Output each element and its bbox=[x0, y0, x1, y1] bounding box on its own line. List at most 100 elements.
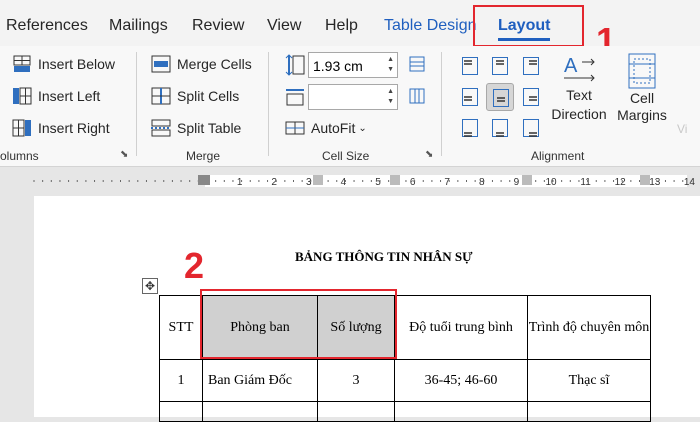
text-direction-label-1: Text bbox=[566, 87, 592, 103]
dialog-launcher-icon[interactable]: ⬊ bbox=[425, 149, 433, 160]
merge-group-label: Merge bbox=[186, 149, 221, 163]
insert-left-icon bbox=[13, 87, 32, 105]
ruler-number: 9 bbox=[514, 177, 520, 188]
autofit-icon bbox=[285, 121, 305, 135]
ruler-number: 3 bbox=[306, 177, 312, 188]
ruler-number: 14 bbox=[684, 177, 696, 188]
text-direction-button[interactable]: A Text Direction bbox=[549, 52, 609, 124]
cell-size-group-label: Cell Size bbox=[322, 149, 370, 163]
split-table-label: Split Table bbox=[177, 120, 242, 136]
tab-mailings[interactable]: Mailings bbox=[109, 17, 168, 35]
column-marker-icon bbox=[640, 175, 650, 185]
column-marker-icon bbox=[522, 175, 532, 185]
tab-references[interactable]: References bbox=[6, 17, 88, 35]
tab-table-design[interactable]: Table Design bbox=[384, 17, 477, 35]
spinner-arrows-icon[interactable]: ▲ ▼ bbox=[387, 55, 394, 75]
table-cell[interactable] bbox=[317, 401, 395, 422]
split-cells-button[interactable]: Split Cells bbox=[151, 87, 239, 105]
ruler-number: 10 bbox=[545, 177, 557, 188]
align-button-5[interactable] bbox=[486, 83, 514, 111]
table-move-handle-icon[interactable]: ✥ bbox=[142, 278, 158, 294]
cell-margins-button[interactable]: Cell Margins bbox=[613, 52, 671, 124]
table-cell[interactable] bbox=[394, 401, 528, 422]
table-cell[interactable] bbox=[527, 401, 651, 422]
dialog-launcher-icon[interactable]: ⬊ bbox=[120, 149, 128, 160]
split-table-icon bbox=[151, 119, 171, 137]
ruler-scale: 1 2 3 4 5 6 7 8 9 10 11 12 13 14 bbox=[0, 175, 700, 188]
insert-left-button[interactable]: Insert Left bbox=[12, 87, 100, 105]
insert-left-label: Insert Left bbox=[38, 88, 101, 104]
text-direction-icon: A bbox=[564, 55, 595, 82]
table-row-partial bbox=[159, 401, 651, 422]
ruler-number: 6 bbox=[410, 177, 416, 188]
header-cell-stt[interactable]: STT bbox=[159, 295, 203, 360]
align-icon bbox=[523, 57, 539, 75]
distribute-rows-icon[interactable] bbox=[408, 55, 426, 73]
align-button-6[interactable] bbox=[517, 83, 545, 111]
ruler-number: 13 bbox=[649, 177, 661, 188]
column-width-icon bbox=[286, 89, 304, 106]
cell-margins-label-1: Cell bbox=[629, 90, 655, 106]
row-height-value: 1.93 cm bbox=[313, 58, 363, 74]
align-button-7[interactable] bbox=[456, 114, 484, 142]
ruler-number: 12 bbox=[615, 177, 627, 188]
text-direction-label-2: Direction bbox=[551, 106, 607, 122]
rows-columns-group-label: olumns bbox=[0, 149, 39, 163]
merge-cells-icon bbox=[151, 55, 171, 73]
align-button-9[interactable] bbox=[517, 114, 545, 142]
group-separator bbox=[268, 52, 269, 156]
annotation-box-layout bbox=[473, 5, 584, 47]
clipped-ribbon-label: Vi bbox=[677, 122, 688, 136]
table-row: 1 Ban Giám Đốc 3 36-45; 46-60 Thạc sĩ bbox=[159, 359, 651, 402]
tab-view[interactable]: View bbox=[267, 17, 301, 35]
align-icon bbox=[523, 88, 539, 106]
tab-help[interactable]: Help bbox=[325, 17, 358, 35]
row-height-icon bbox=[285, 54, 305, 76]
table-cell[interactable]: 3 bbox=[317, 359, 395, 402]
split-table-button[interactable]: Split Table bbox=[151, 119, 241, 137]
insert-right-button[interactable]: Insert Right bbox=[12, 119, 110, 137]
autofit-button[interactable]: AutoFit ⌄ bbox=[285, 119, 367, 137]
cell-margins-label-2: Margins bbox=[617, 107, 667, 123]
split-cells-label: Split Cells bbox=[177, 88, 240, 104]
ruler-number: 1 bbox=[237, 177, 243, 188]
ruler-number: 5 bbox=[375, 177, 381, 188]
table-cell[interactable] bbox=[159, 401, 203, 422]
autofit-label: AutoFit bbox=[311, 120, 356, 136]
align-icon bbox=[462, 88, 478, 106]
header-cell-do-tuoi[interactable]: Độ tuổi trung bình bbox=[394, 295, 528, 360]
table-cell[interactable]: 1 bbox=[159, 359, 203, 402]
table-cell[interactable]: Thạc sĩ bbox=[527, 359, 651, 402]
cell-margins-icon bbox=[628, 53, 656, 89]
distribute-columns-icon[interactable] bbox=[408, 87, 426, 105]
insert-below-icon bbox=[13, 55, 31, 72]
ruler-number: 8 bbox=[479, 177, 485, 188]
header-cell-trinh-do[interactable]: Trình độ chuyên môn bbox=[527, 295, 651, 360]
ribbon-tab-bar: References Mailings Review View Help Tab… bbox=[0, 0, 700, 46]
align-button-4[interactable] bbox=[456, 83, 484, 111]
align-button-1[interactable] bbox=[456, 52, 484, 80]
document-title: BẢNG THÔNG TIN NHÂN SỰ bbox=[295, 249, 473, 264]
insert-below-button[interactable]: Insert Below bbox=[12, 55, 115, 73]
alignment-group-label: Alignment bbox=[531, 149, 585, 163]
align-button-3[interactable] bbox=[517, 52, 545, 80]
spinner-arrows-icon[interactable]: ▲ ▼ bbox=[387, 87, 394, 107]
merge-cells-button[interactable]: Merge Cells bbox=[151, 55, 252, 73]
column-width-input[interactable]: ▲ ▼ bbox=[308, 84, 398, 110]
insert-right-label: Insert Right bbox=[38, 120, 110, 136]
table-cell[interactable]: 36-45; 46-60 bbox=[394, 359, 528, 402]
split-cells-icon bbox=[151, 87, 171, 105]
group-separator bbox=[136, 52, 137, 156]
tab-review[interactable]: Review bbox=[192, 17, 244, 35]
align-button-8[interactable] bbox=[486, 114, 514, 142]
align-button-2[interactable] bbox=[486, 52, 514, 80]
table-cell[interactable]: Ban Giám Đốc bbox=[202, 359, 318, 402]
horizontal-ruler[interactable]: 1 2 3 4 5 6 7 8 9 10 11 12 13 14 bbox=[0, 167, 700, 195]
column-marker-icon bbox=[313, 175, 323, 185]
ruler-number: 4 bbox=[341, 177, 347, 188]
merge-cells-label: Merge Cells bbox=[177, 56, 252, 72]
row-height-input[interactable]: 1.93 cm ▲ ▼ bbox=[308, 52, 398, 78]
align-icon bbox=[523, 119, 539, 137]
align-icon bbox=[493, 89, 509, 107]
table-cell[interactable] bbox=[202, 401, 318, 422]
